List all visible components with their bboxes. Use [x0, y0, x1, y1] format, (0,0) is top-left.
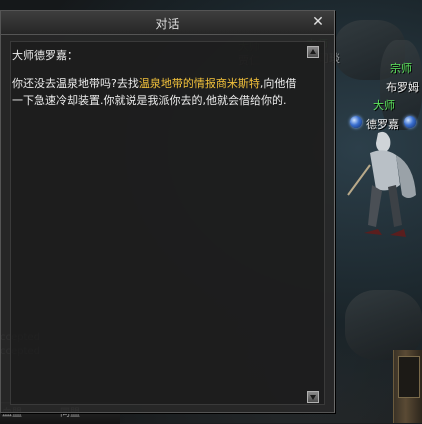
dialog-text-part: 你还没去温泉地带吗?去找	[12, 77, 139, 90]
npc-character-figure[interactable]	[340, 125, 420, 245]
ui-frame-right	[393, 350, 422, 423]
dialog-title: 对话	[155, 17, 180, 31]
dialog-link-mist[interactable]: 温泉地带的情报商米斯特	[139, 77, 260, 90]
npc-name: 布罗姆	[386, 81, 419, 94]
npc-title: 宗师	[390, 62, 412, 75]
ui-frame-slot[interactable]	[398, 356, 420, 398]
dialog-message: 你还没去温泉地带吗?去找温泉地带的情报商米斯特,向他借一下急速冷却装置.你就说是…	[12, 75, 304, 109]
close-button[interactable]: ✕	[310, 14, 326, 30]
arrow-down-icon	[310, 395, 316, 400]
scroll-down-button[interactable]	[307, 391, 319, 403]
speaker-name: 大师德罗嘉：	[12, 49, 78, 62]
dialog-titlebar[interactable]: 对话 ✕	[1, 11, 334, 35]
arrow-up-icon	[310, 49, 316, 54]
npc-dialog-window: 对话 ✕ 大师德罗嘉： 你还没去温泉地带吗?去找温泉地带的情报商米斯特,向他借一…	[0, 10, 335, 413]
scroll-up-button[interactable]	[307, 46, 319, 58]
npc-title: 大师	[373, 99, 395, 112]
